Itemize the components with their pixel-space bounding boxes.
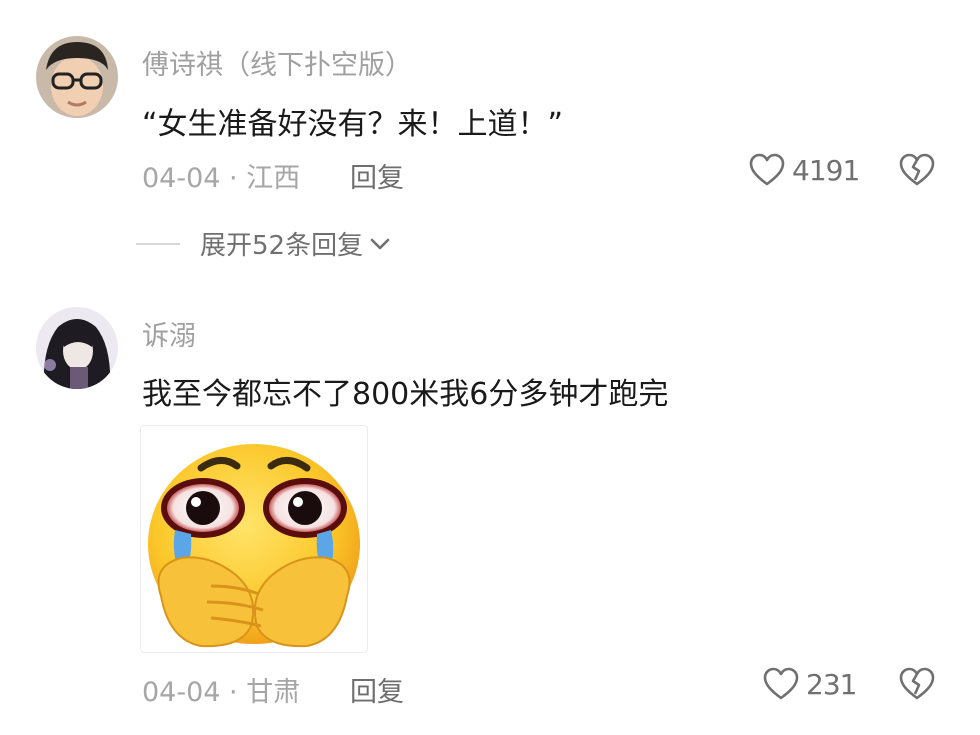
comment-date-location: 04-04 · 江西 [142,163,301,194]
dislike-button[interactable] [898,152,936,192]
comment-date-location: 04-04 · 甘肃 [142,677,301,708]
comment-list: 傅诗祺（线下扑空版） “女生准备好没有？来！上道！” 04-04 · 江西 回复… [0,0,980,735]
like-button[interactable]: 4191 [748,152,860,188]
reply-button[interactable]: 回复 [350,156,404,195]
broken-heart-icon [899,667,935,700]
comment-text: 我至今都忘不了800米我6分多钟才跑完 [142,377,669,412]
heart-outline-icon [749,153,785,186]
broken-heart-icon [899,153,935,186]
comment-username[interactable]: 傅诗祺（线下扑空版） [142,43,412,82]
comment-sticker-image[interactable] [140,425,368,653]
reply-button[interactable]: 回复 [350,670,404,709]
avatar[interactable] [36,36,118,118]
chevron-down-icon [370,238,390,249]
comment-username[interactable]: 诉溺 [142,314,196,353]
dislike-button[interactable] [898,666,936,706]
like-count: 4191 [792,153,860,187]
heart-outline-icon [763,667,799,700]
crying-face-emoji-sticker [148,444,360,648]
like-count: 231 [806,667,857,701]
like-button[interactable]: 231 [762,666,857,702]
comment-text: “女生准备好没有？来！上道！” [142,107,564,142]
expand-replies-label: 展开52条回复 [200,231,364,261]
expand-replies-button[interactable]: 展开52条回复 [136,225,393,262]
avatar[interactable] [36,307,118,389]
expand-divider-line [136,242,180,245]
